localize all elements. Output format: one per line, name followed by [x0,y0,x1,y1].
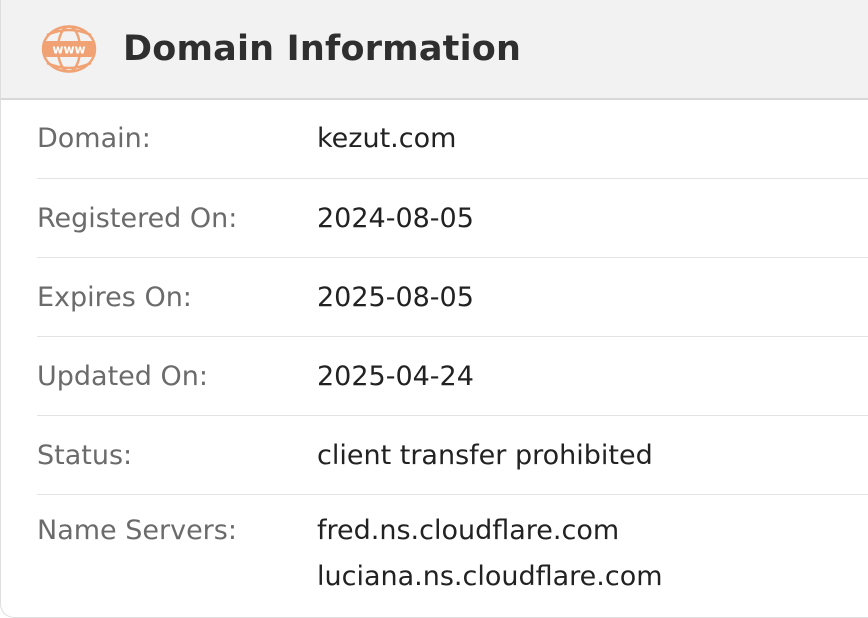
name-server-item: fred.ns.cloudflare.com [317,515,620,546]
row-value-expires: 2025-08-05 [317,282,474,313]
page-title: Domain Information [123,28,522,69]
row-value-updated: 2025-04-24 [317,361,474,392]
row-value-name-servers: fred.ns.cloudflare.com luciana.ns.cloudf… [317,515,663,599]
row-label-status: Status: [37,440,133,471]
row-value-status: client transfer prohibited [317,440,653,471]
row-label-registered: Registered On: [37,203,238,234]
table-row-expires: Expires On: 2025-08-05 [37,258,868,337]
row-label-expires: Expires On: [37,282,192,313]
name-server-item: luciana.ns.cloudflare.com [317,561,663,592]
table-row-status: Status: client transfer prohibited [37,416,868,495]
table-row-domain: Domain: kezut.com [37,100,868,179]
www-icon-text: www [52,43,85,57]
row-label-domain: Domain: [37,123,151,154]
table-row-name-servers: Name Servers: fred.ns.cloudflare.com luc… [37,495,868,615]
table-row-registered: Registered On: 2024-08-05 [37,179,868,258]
panel-header: www Domain Information [1,0,868,100]
row-label-updated: Updated On: [37,361,208,392]
row-value-registered: 2024-08-05 [317,203,474,234]
domain-info-panel: www Domain Information Domain: kezut.com… [0,0,868,618]
row-label-name-servers: Name Servers: [37,515,237,546]
row-value-domain: kezut.com [317,123,457,154]
table-row-updated: Updated On: 2025-04-24 [37,337,868,416]
info-table: Domain: kezut.com Registered On: 2024-08… [37,100,868,615]
www-globe-icon: www [41,25,97,73]
